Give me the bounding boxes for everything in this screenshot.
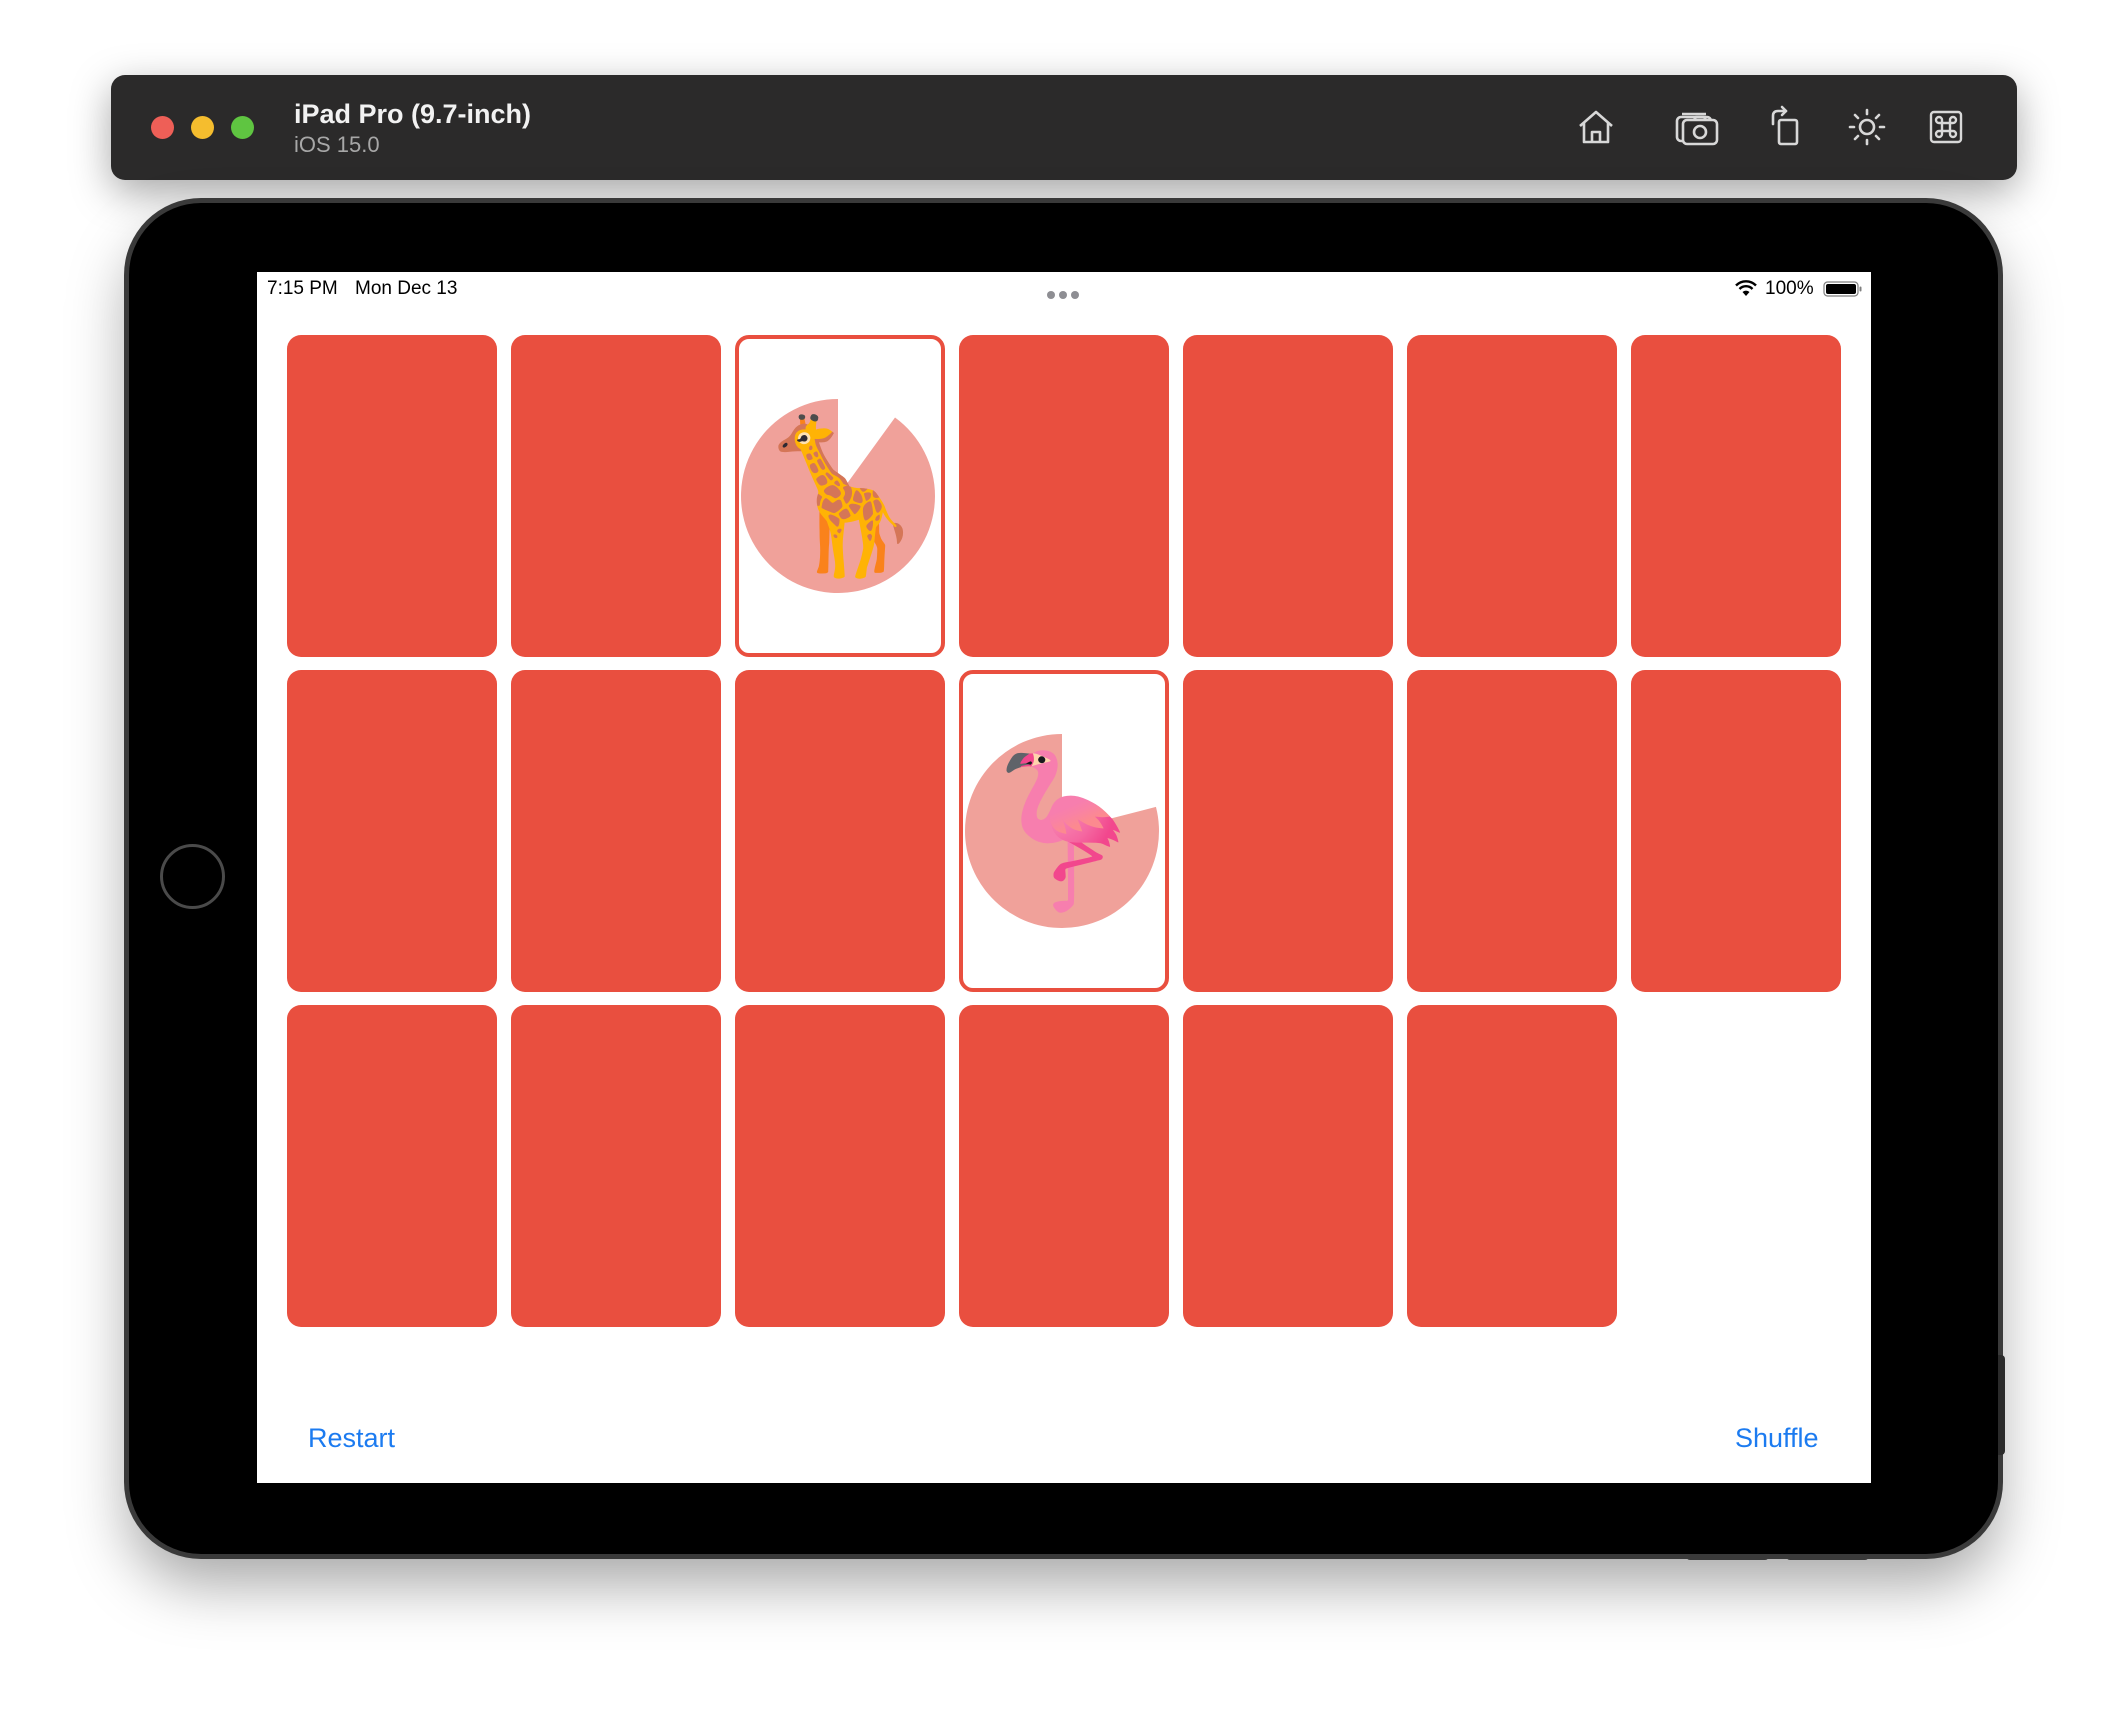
volume-button xyxy=(1786,1554,1869,1560)
home-button[interactable] xyxy=(160,844,225,909)
card-face-down[interactable] xyxy=(1183,670,1393,992)
card-face-down[interactable] xyxy=(1631,335,1841,657)
restart-button[interactable]: Restart xyxy=(308,1423,395,1454)
card-face-down[interactable] xyxy=(511,1005,721,1327)
card-face-down[interactable] xyxy=(1407,335,1617,657)
command-icon[interactable] xyxy=(1921,102,1971,152)
card-face-down[interactable] xyxy=(287,1005,497,1327)
card-face-down[interactable] xyxy=(287,670,497,992)
volume-button xyxy=(1686,1554,1769,1560)
home-icon[interactable] xyxy=(1571,102,1621,152)
card-face-down[interactable] xyxy=(1407,1005,1617,1327)
card-emoji: 🦒 xyxy=(746,412,934,580)
card-face-down[interactable] xyxy=(287,335,497,657)
card-face-up[interactable]: 🦒 xyxy=(735,335,945,657)
side-button xyxy=(1998,1355,2005,1455)
card-face-down[interactable] xyxy=(1407,670,1617,992)
shuffle-button[interactable]: Shuffle xyxy=(1735,1423,1819,1454)
window-minimize-button[interactable] xyxy=(191,116,214,139)
rotate-icon[interactable] xyxy=(1762,102,1812,152)
card-face-down[interactable] xyxy=(511,670,721,992)
device-name: iPad Pro (9.7-inch) xyxy=(294,99,532,129)
window-zoom-button[interactable] xyxy=(231,116,254,139)
card-face-down[interactable] xyxy=(511,335,721,657)
brightness-icon[interactable] xyxy=(1842,102,1892,152)
card-grid: 🦒 🦩 xyxy=(257,272,1871,1372)
screenshot-camera-icon[interactable] xyxy=(1671,102,1721,152)
card-face-down[interactable] xyxy=(735,670,945,992)
card-face-down[interactable] xyxy=(1183,1005,1393,1327)
ipad-screen: 7:15 PM Mon Dec 13 100% 🦒 🦩 Restart Shuff… xyxy=(257,272,1871,1483)
device-os-version: iOS 15.0 xyxy=(294,132,380,157)
card-face-up[interactable]: 🦩 xyxy=(959,670,1169,992)
card-face-down[interactable] xyxy=(735,1005,945,1327)
card-emoji: 🦩 xyxy=(970,747,1158,915)
simulator-toolbar: iPad Pro (9.7-inch) iOS 15.0 xyxy=(111,75,2017,180)
window-close-button[interactable] xyxy=(151,116,174,139)
card-face-down[interactable] xyxy=(1631,670,1841,992)
card-face-down[interactable] xyxy=(959,335,1169,657)
card-face-down[interactable] xyxy=(1183,335,1393,657)
card-face-down[interactable] xyxy=(959,1005,1169,1327)
